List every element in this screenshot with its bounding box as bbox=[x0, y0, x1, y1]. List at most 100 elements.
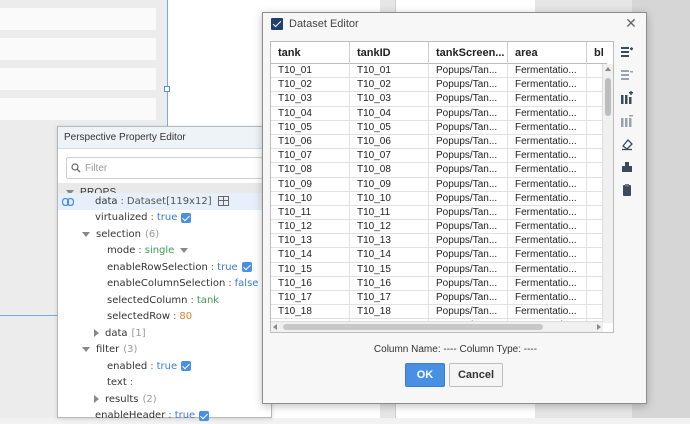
dataset-grid[interactable]: tanktankIDtankScreen...areabl T10_01T10_… bbox=[270, 41, 614, 333]
table-cell[interactable]: T10_07 bbox=[350, 149, 429, 163]
table-cell[interactable]: T10_15 bbox=[271, 263, 350, 277]
column-header[interactable]: area bbox=[508, 42, 587, 64]
table-cell[interactable]: T10_07 bbox=[271, 149, 350, 163]
table-cell[interactable]: T10_11 bbox=[271, 206, 350, 220]
dropdown-arrow-icon[interactable] bbox=[180, 248, 188, 253]
table-cell[interactable]: Popups/Tan... bbox=[429, 206, 508, 220]
table-cell[interactable]: Fermentatio... bbox=[508, 305, 587, 319]
table-cell[interactable]: Popups/Tan... bbox=[429, 121, 508, 135]
prop-value[interactable]: single bbox=[145, 245, 175, 256]
checkbox-checked-icon[interactable] bbox=[242, 262, 252, 272]
column-header[interactable]: tankID bbox=[350, 42, 429, 64]
cancel-button[interactable]: Cancel bbox=[449, 363, 503, 387]
remove-row-icon[interactable] bbox=[620, 68, 634, 82]
expand-arrow-icon[interactable] bbox=[94, 395, 99, 403]
prop-value[interactable]: tank bbox=[197, 295, 219, 306]
table-cell[interactable]: T10_13 bbox=[271, 234, 350, 248]
table-cell[interactable]: Popups/Tan... bbox=[429, 220, 508, 234]
scroll-up-icon[interactable] bbox=[605, 67, 611, 71]
table-cell[interactable]: T10_04 bbox=[350, 107, 429, 121]
import-icon[interactable] bbox=[620, 160, 634, 174]
table-row[interactable]: T10_11T10_11Popups/Tan...Fermentatio... bbox=[271, 206, 607, 220]
filter-input[interactable]: Filter bbox=[66, 157, 263, 179]
prop-row-enable-row-selection[interactable]: enableRowSelection: true bbox=[58, 259, 252, 276]
table-cell[interactable]: Fermentatio... bbox=[508, 64, 587, 78]
clipboard-icon[interactable] bbox=[620, 183, 634, 197]
table-cell[interactable]: T10_09 bbox=[350, 178, 429, 192]
table-row[interactable]: T10_06T10_06Popups/Tan...Fermentatio... bbox=[271, 135, 607, 149]
table-cell[interactable]: T10_16 bbox=[350, 277, 429, 291]
table-row[interactable]: T10_14T10_14Popups/Tan...Fermentatio... bbox=[271, 248, 607, 262]
prop-row-filter-enabled[interactable]: enabled: true bbox=[58, 358, 191, 375]
table-cell[interactable]: T10_08 bbox=[271, 163, 350, 177]
checkbox-checked-icon[interactable] bbox=[199, 411, 209, 421]
table-row[interactable]: T10_05T10_05Popups/Tan...Fermentatio... bbox=[271, 121, 607, 135]
table-cell[interactable]: T10_06 bbox=[350, 135, 429, 149]
checkbox-checked-icon[interactable] bbox=[181, 213, 191, 223]
prop-value[interactable]: Dataset[119x12] bbox=[127, 196, 212, 207]
table-cell[interactable]: Fermentatio... bbox=[508, 78, 587, 92]
table-cell[interactable]: T10_01 bbox=[271, 64, 350, 78]
table-cell[interactable]: Popups/Tan... bbox=[429, 305, 508, 319]
remove-column-icon[interactable] bbox=[620, 114, 634, 128]
table-cell[interactable]: Popups/Tan... bbox=[429, 277, 508, 291]
prop-row-filter-text[interactable]: text: bbox=[58, 375, 136, 392]
prop-row-virtualized[interactable]: virtualized: true bbox=[58, 210, 191, 227]
table-cell[interactable]: T10_17 bbox=[350, 291, 429, 305]
table-cell[interactable]: Fermentatio... bbox=[508, 178, 587, 192]
ok-button[interactable]: OK bbox=[405, 363, 445, 387]
table-cell[interactable]: T10_13 bbox=[350, 234, 429, 248]
table-row[interactable]: T10_04T10_04Popups/Tan...Fermentatio... bbox=[271, 107, 607, 121]
table-cell[interactable]: Fermentatio... bbox=[508, 135, 587, 149]
scroll-thumb[interactable] bbox=[605, 78, 611, 116]
column-header[interactable]: tankScreen... bbox=[429, 42, 508, 64]
table-cell[interactable]: T10_16 bbox=[271, 277, 350, 291]
table-cell[interactable]: Fermentatio... bbox=[508, 277, 587, 291]
table-cell[interactable]: Popups/Tan... bbox=[429, 149, 508, 163]
prop-row-selected-row[interactable]: selectedRow: 80 bbox=[58, 309, 192, 326]
prop-row-data[interactable]: data: Dataset[119x12] bbox=[58, 193, 229, 210]
table-row[interactable]: T10_16T10_16Popups/Tan...Fermentatio... bbox=[271, 277, 607, 291]
table-cell[interactable]: T10_03 bbox=[271, 92, 350, 106]
table-row[interactable]: T10_15T10_15Popups/Tan...Fermentatio... bbox=[271, 263, 607, 277]
table-cell[interactable]: T10_10 bbox=[271, 192, 350, 206]
add-row-icon[interactable] bbox=[620, 45, 634, 59]
table-edit-icon[interactable] bbox=[218, 196, 229, 206]
prop-row-filter[interactable]: filter (3) bbox=[58, 342, 137, 359]
scroll-thumb[interactable] bbox=[283, 324, 543, 330]
checkbox-checked-icon[interactable] bbox=[181, 361, 191, 371]
prop-value[interactable]: true bbox=[157, 361, 178, 372]
table-row[interactable]: T10_18T10_18Popups/Tan...Fermentatio... bbox=[271, 305, 607, 319]
table-cell[interactable]: Popups/Tan... bbox=[429, 64, 508, 78]
table-cell[interactable]: Fermentatio... bbox=[508, 163, 587, 177]
prop-value[interactable]: true bbox=[175, 410, 196, 421]
table-cell[interactable]: Fermentatio... bbox=[508, 206, 587, 220]
table-cell[interactable]: Popups/Tan... bbox=[429, 291, 508, 305]
clear-icon[interactable] bbox=[620, 137, 634, 151]
table-cell[interactable]: Fermentatio... bbox=[508, 107, 587, 121]
table-cell[interactable]: T10_12 bbox=[271, 220, 350, 234]
table-cell[interactable]: T10_11 bbox=[350, 206, 429, 220]
prop-row-mode[interactable]: mode: single bbox=[58, 243, 194, 260]
table-cell[interactable]: Popups/Tan... bbox=[429, 192, 508, 206]
prop-row-selected-column[interactable]: selectedColumn: tank bbox=[58, 292, 219, 309]
table-cell[interactable]: Popups/Tan... bbox=[429, 178, 508, 192]
table-row[interactable]: T10_03T10_03Popups/Tan...Fermentatio... bbox=[271, 92, 607, 106]
table-row[interactable]: T10_09T10_09Popups/Tan...Fermentatio... bbox=[271, 178, 607, 192]
collapse-arrow-icon[interactable] bbox=[82, 232, 90, 237]
table-cell[interactable]: Popups/Tan... bbox=[429, 163, 508, 177]
table-cell[interactable]: Popups/Tan... bbox=[429, 92, 508, 106]
table-row[interactable]: T10_08T10_08Popups/Tan...Fermentatio... bbox=[271, 163, 607, 177]
table-cell[interactable]: Popups/Tan... bbox=[429, 78, 508, 92]
column-header[interactable]: tank bbox=[271, 42, 350, 64]
table-cell[interactable]: T10_08 bbox=[350, 163, 429, 177]
table-cell[interactable]: T10_05 bbox=[350, 121, 429, 135]
table-cell[interactable]: T10_17 bbox=[271, 291, 350, 305]
table-cell[interactable]: T10_15 bbox=[350, 263, 429, 277]
table-row[interactable]: T10_07T10_07Popups/Tan...Fermentatio... bbox=[271, 149, 607, 163]
table-row[interactable]: T10_01T10_01Popups/Tan...Fermentatio... bbox=[271, 64, 607, 78]
prop-value[interactable]: 80 bbox=[179, 311, 192, 322]
table-cell[interactable]: Fermentatio... bbox=[508, 291, 587, 305]
table-cell[interactable]: Popups/Tan... bbox=[429, 135, 508, 149]
table-cell[interactable]: T10_03 bbox=[350, 92, 429, 106]
